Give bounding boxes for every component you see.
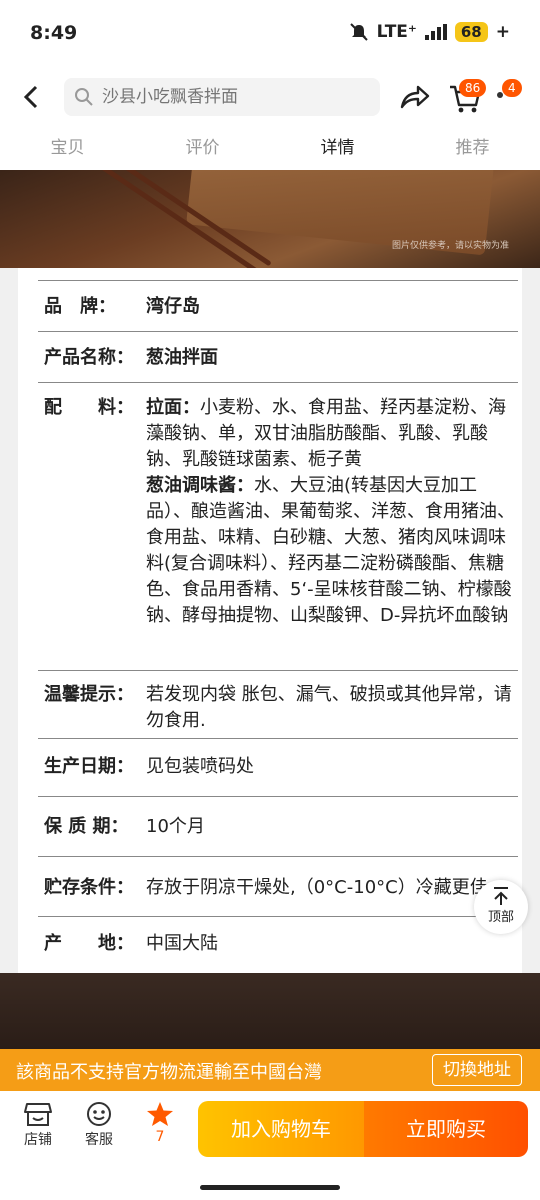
tab-bar: 宝贝 评价 详情 推荐 — [0, 126, 540, 170]
header: 86 4 — [0, 70, 540, 126]
spec-row-brand: 品 牌： 湾仔岛 — [38, 280, 518, 331]
spec-row-name: 产品名称： 葱油拌面 — [38, 331, 518, 382]
spec-label: 产品名称： — [44, 347, 134, 368]
spec-row-origin: 产 地： 中国大陆 — [38, 916, 518, 973]
spec-value: 若发现内袋 胀包、漏气、破损或其他异常，请勿食用. — [146, 684, 512, 731]
shop-icon — [24, 1103, 52, 1126]
tab-details[interactable]: 详情 — [270, 126, 405, 170]
favorite-count: 7 — [155, 1129, 165, 1145]
bottom-action-bar: 店铺 客服 7 加入购物车 立即购买 — [0, 1091, 540, 1200]
search-box[interactable] — [64, 78, 380, 116]
status-indicators: LTE⁺ 68 + — [349, 22, 510, 42]
spec-row-production-date: 生产日期： 见包装喷码处 — [38, 738, 518, 796]
spec-row-shelf-life: 保 质 期： 10个月 — [38, 796, 518, 856]
sauce-ingredients: 水、大豆油(转基因大豆加工品）、酿造酱油、果葡萄浆、洋葱、食用猪油、食用盐、味精… — [146, 475, 515, 626]
spec-label: 配 料： — [44, 397, 134, 418]
detail-content: 品 牌： 湾仔岛 产品名称： 葱油拌面 配 料： 拉面：小麦粉、水、食用盐、羟丙… — [0, 268, 540, 973]
share-icon[interactable] — [398, 80, 430, 114]
noodle-ingredients: 小麦粉、水、食用盐、羟丙基淀粉、海藻酸钠、单，双甘油脂肪酸酯、乳酸、乳酸钠、乳酸… — [146, 397, 506, 470]
tab-reviews[interactable]: 评价 — [135, 126, 270, 170]
spec-value: 10个月 — [146, 816, 205, 837]
favorite-button[interactable]: 7 — [130, 1101, 190, 1145]
spec-value: 湾仔岛 — [146, 296, 200, 317]
arrow-up-icon — [494, 887, 508, 905]
notice-text: 該商品不支持官方物流運輸至中國台灣 — [16, 1062, 322, 1083]
spec-label: 保 质 期： — [44, 816, 129, 837]
status-bar: 8:49 LTE⁺ 68 + — [0, 0, 540, 66]
back-to-top-label: 顶部 — [487, 910, 514, 925]
network-type: LTE⁺ — [376, 22, 417, 42]
shop-button[interactable]: 店铺 — [8, 1101, 68, 1149]
shipping-notice: 該商品不支持官方物流運輸至中國台灣 切換地址 — [0, 1049, 540, 1091]
message-count-badge: 4 — [502, 79, 522, 97]
detail-image: 图片仅供参考，请以实物为准 — [0, 170, 540, 268]
spec-label: 品 牌： — [44, 296, 116, 317]
search-input[interactable] — [102, 87, 362, 107]
spec-label: 产 地： — [44, 933, 134, 954]
sauce-title: 葱油调味酱： — [146, 475, 254, 496]
mute-bell-icon — [349, 23, 368, 41]
spec-label: 温馨提示： — [44, 684, 134, 705]
spec-value: 存放于阴凉干燥处,（0°C-10°C）冷藏更佳 — [146, 877, 488, 898]
spec-row-tips: 温馨提示： 若发现内袋 胀包、漏气、破损或其他异常，请勿食用. — [38, 670, 518, 738]
buy-now-button[interactable]: 立即购买 — [364, 1101, 528, 1157]
search-icon — [75, 88, 93, 106]
spec-value: 见包装喷码处 — [146, 756, 254, 777]
cart-count-badge: 86 — [459, 79, 487, 97]
spec-label: 贮存条件： — [44, 877, 134, 898]
status-time: 8:49 — [30, 22, 78, 44]
change-address-button[interactable]: 切換地址 — [432, 1054, 522, 1086]
spec-row-ingredients: 配 料： 拉面：小麦粉、水、食用盐、羟丙基淀粉、海藻酸钠、单，双甘油脂肪酸酯、乳… — [38, 382, 518, 670]
charging-plus-icon: + — [495, 22, 510, 42]
spec-value: 葱油拌面 — [146, 347, 218, 368]
chat-face-icon — [87, 1102, 111, 1126]
image-disclaimer: 图片仅供参考，请以实物为准 — [392, 241, 510, 251]
home-indicator — [200, 1185, 340, 1190]
spec-card: 品 牌： 湾仔岛 产品名称： 葱油拌面 配 料： 拉面：小麦粉、水、食用盐、羟丙… — [18, 268, 522, 973]
add-to-cart-button[interactable]: 加入购物车 — [198, 1101, 364, 1157]
spec-value: 中国大陆 — [146, 933, 218, 954]
back-icon[interactable] — [16, 80, 46, 114]
spec-label: 生产日期： — [44, 756, 134, 777]
customer-service-button[interactable]: 客服 — [69, 1101, 129, 1149]
spec-value: 拉面：小麦粉、水、食用盐、羟丙基淀粉、海藻酸钠、单，双甘油脂肪酸酯、乳酸、乳酸钠… — [146, 395, 518, 629]
tab-recommend[interactable]: 推荐 — [405, 126, 540, 170]
battery-level: 68 — [454, 22, 488, 42]
more-icon[interactable] — [497, 92, 503, 98]
back-to-top-button[interactable]: 顶部 — [474, 880, 528, 934]
star-icon — [147, 1102, 173, 1126]
signal-icon — [424, 24, 447, 40]
detail-image-next — [0, 973, 540, 1049]
noodle-title: 拉面： — [146, 397, 200, 418]
service-label: 客服 — [85, 1132, 113, 1148]
spec-row-storage: 贮存条件： 存放于阴凉干燥处,（0°C-10°C）冷藏更佳 — [38, 856, 518, 916]
tab-item[interactable]: 宝贝 — [0, 126, 135, 170]
shop-label: 店铺 — [24, 1132, 52, 1148]
